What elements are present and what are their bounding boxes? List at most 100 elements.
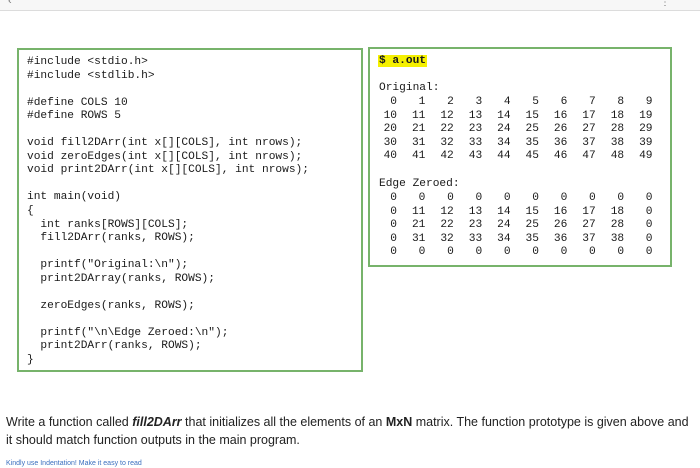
matrix-cell: 15 (525, 205, 539, 218)
matrix-cell: 11 (411, 205, 426, 218)
matrix-cell: 8 (617, 96, 625, 108)
matrix-cell: 40 (383, 150, 397, 163)
matrix-row: 0 1 2 3 4 5 6 7 8 9 (378, 96, 653, 110)
matrix-cell: 9 (645, 96, 653, 108)
code-line: } (27, 354, 34, 367)
matrix-cell: 0 (390, 232, 397, 245)
matrix-cell: 19 (639, 109, 653, 122)
terminal-output-panel: $ a.out Original: 0 1 2 3 4 5 6 7 8 9 10 11 12 13 14 15… (368, 47, 672, 267)
question-part: that initializes all the elements of an (181, 415, 386, 429)
matrix-cell: 28 (610, 123, 625, 136)
code-line: #define COLS 10 (27, 96, 128, 109)
matrix-cell: 0 (390, 219, 397, 232)
matrix-cell: 26 (553, 219, 568, 232)
matrix-cell: 47 (582, 150, 596, 163)
zeroed-title: Edge Zeroed: (379, 178, 460, 190)
code-block: #include <stdio.h> #include <stdlib.h> #de… (27, 56, 309, 368)
matrix-cell: 38 (610, 232, 625, 245)
top-toolbar: ‹ ⋮ (0, 0, 700, 11)
code-line: #include <stdlib.h> (27, 69, 155, 82)
matrix-cell: 0 (503, 192, 511, 204)
terminal-command: $ a.out (378, 55, 427, 67)
matrix-cell: 2 (447, 96, 454, 108)
matrix-cell: 33 (468, 232, 483, 245)
matrix-cell: 0 (589, 246, 596, 259)
matrix-row: 0 31 32 33 34 35 36 37 38 0 (378, 232, 653, 247)
footnote-link[interactable]: Kindly use Indentation! Make it easy to … (6, 460, 142, 467)
matrix-cell: 36 (553, 232, 568, 245)
zeroed-matrix: 0 0 0 0 0 0 0 0 0 0 0 11 12 13 14 15 16 17 18 0 0 21 22 23 24 25 2… (378, 192, 653, 260)
matrix-cell: 0 (475, 192, 483, 204)
matrix-cell: 25 (525, 123, 539, 136)
code-line: printf("Original:\n"); (27, 259, 189, 272)
matrix-cell: 14 (497, 109, 511, 122)
matrix-cell: 21 (411, 219, 426, 232)
code-line: int ranks[ROWS][COLS]; (27, 218, 189, 231)
matrix-cell: 36 (553, 136, 568, 149)
matrix-cell: 24 (497, 219, 511, 232)
matrix-cell: 0 (645, 205, 653, 218)
matrix-cell: 31 (411, 232, 426, 245)
matrix-cell: 17 (582, 205, 596, 218)
original-title: Original: (379, 82, 440, 94)
matrix-cell: 18 (610, 205, 625, 218)
matrix-cell: 44 (497, 150, 511, 163)
matrix-cell: 0 (418, 192, 426, 204)
matrix-cell: 42 (440, 150, 454, 163)
more-icon[interactable]: ⋮ (660, 0, 670, 8)
matrix-cell: 32 (440, 232, 454, 245)
code-panel: #include <stdio.h> #include <stdlib.h> #de… (17, 48, 363, 372)
back-chevron-icon[interactable]: ‹ (8, 0, 12, 7)
matrix-row: 40 41 42 43 44 45 46 47 48 49 (378, 150, 653, 164)
code-line: void fill2DArr(int x[][COLS], int nrows)… (27, 137, 303, 150)
matrix-cell: 0 (447, 246, 454, 259)
matrix-cell: 34 (497, 136, 511, 149)
matrix-row: 0 0 0 0 0 0 0 0 0 0 (378, 192, 653, 206)
matrix-cell: 29 (639, 123, 653, 136)
code-line: #include <stdio.h> (27, 56, 148, 68)
matrix-cell: 35 (525, 136, 539, 149)
matrix-cell: 27 (582, 123, 596, 136)
matrix-cell: 0 (447, 192, 454, 204)
matrix-cell: 4 (503, 96, 511, 108)
matrix-cell: 30 (383, 136, 397, 149)
matrix-cell: 12 (440, 205, 454, 218)
matrix-cell: 0 (645, 219, 653, 232)
question-part: Write a function called (6, 415, 133, 429)
matrix-cell: 0 (532, 192, 539, 204)
matrix-cell: 26 (553, 123, 568, 136)
code-line: #define ROWS 5 (27, 110, 121, 123)
matrix-cell: 39 (639, 136, 653, 149)
matrix-cell: 23 (468, 123, 483, 136)
matrix-cell: 15 (525, 109, 539, 122)
matrix-cell: 0 (645, 232, 653, 245)
matrix-cell: 22 (440, 123, 454, 136)
matrix-cell: 27 (582, 219, 596, 232)
matrix-row: 30 31 32 33 34 35 36 37 38 39 (378, 137, 653, 151)
matrix-cell: 0 (390, 205, 397, 218)
matrix-cell: 22 (440, 219, 454, 232)
matrix-cell: 5 (532, 96, 539, 108)
matrix-cell: 23 (468, 219, 483, 232)
matrix-cell: 48 (610, 150, 625, 163)
matrix-cell: 0 (645, 246, 653, 259)
code-line: int main(void) (27, 191, 121, 204)
matrix-row: 10 11 12 13 14 15 16 17 18 19 (378, 110, 653, 124)
matrix-cell: 43 (468, 150, 483, 163)
matrix-cell: 0 (560, 246, 568, 259)
matrix-cell: 0 (390, 246, 397, 259)
matrix-cell: 6 (560, 96, 568, 108)
matrix-cell: 16 (553, 205, 568, 218)
function-name: fill2DArr (132, 415, 182, 429)
code-line: void zeroEdges(int x[][COLS], int nrows)… (27, 150, 303, 163)
matrix-cell: 0 (390, 192, 397, 204)
matrix-cell: 0 (560, 192, 568, 204)
matrix-cell: 0 (645, 192, 653, 204)
original-matrix: 0 1 2 3 4 5 6 7 8 9 10 11 12 13 14 15 16 17 18 19 20 21 22 23 24… (378, 96, 653, 164)
matrix-cell: 37 (582, 232, 596, 245)
matrix-cell: 7 (589, 96, 596, 108)
